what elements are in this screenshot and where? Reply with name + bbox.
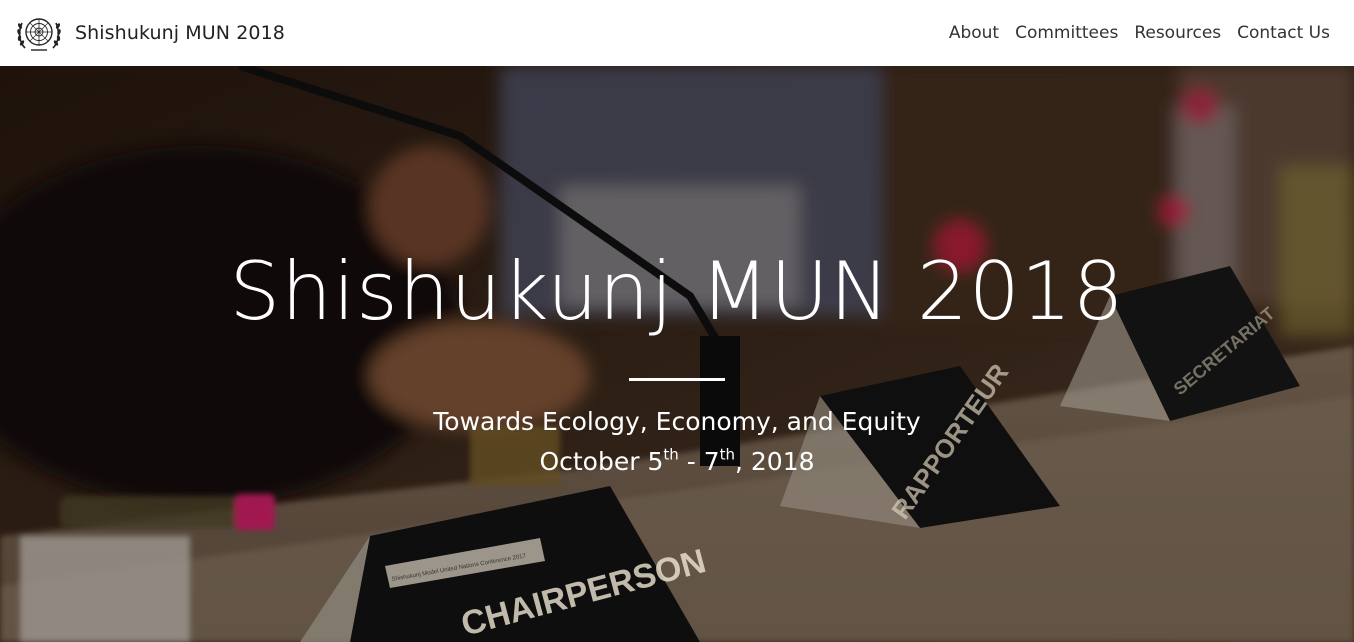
hero-divider	[629, 378, 725, 381]
brand-title: Shishukunj MUN 2018	[75, 22, 285, 44]
dates-start-suffix: th	[663, 445, 679, 464]
dates-start-day: 5	[647, 447, 664, 476]
hero-section: Shishukunj MUN 2018 Towards Ecology, Eco…	[0, 66, 1354, 642]
nav-link-committees[interactable]: Committees	[1015, 23, 1118, 43]
event-dates: October 5th - 7th, 2018	[539, 445, 815, 476]
nav-link-about[interactable]: About	[949, 23, 999, 43]
dates-year: 2018	[750, 447, 815, 476]
dates-separator: -	[686, 447, 696, 476]
hero-content: Shishukunj MUN 2018 Towards Ecology, Eco…	[0, 66, 1354, 642]
hero-title: Shishukunj MUN 2018	[229, 245, 1125, 338]
nav-link-resources[interactable]: Resources	[1134, 23, 1221, 43]
nav-link-contact-us[interactable]: Contact Us	[1237, 23, 1330, 43]
dates-end-suffix: th	[719, 445, 735, 464]
navbar: Shishukunj MUN 2018 About Committees Res…	[0, 0, 1354, 66]
un-emblem-icon	[17, 18, 61, 51]
dates-end-day: 7	[703, 447, 720, 476]
nav-menu: About Committees Resources Contact Us	[933, 0, 1330, 66]
brand-link[interactable]: Shishukunj MUN 2018	[15, 12, 285, 54]
dates-month: October	[539, 447, 640, 476]
hero-tagline: Towards Ecology, Economy, and Equity	[433, 407, 921, 436]
